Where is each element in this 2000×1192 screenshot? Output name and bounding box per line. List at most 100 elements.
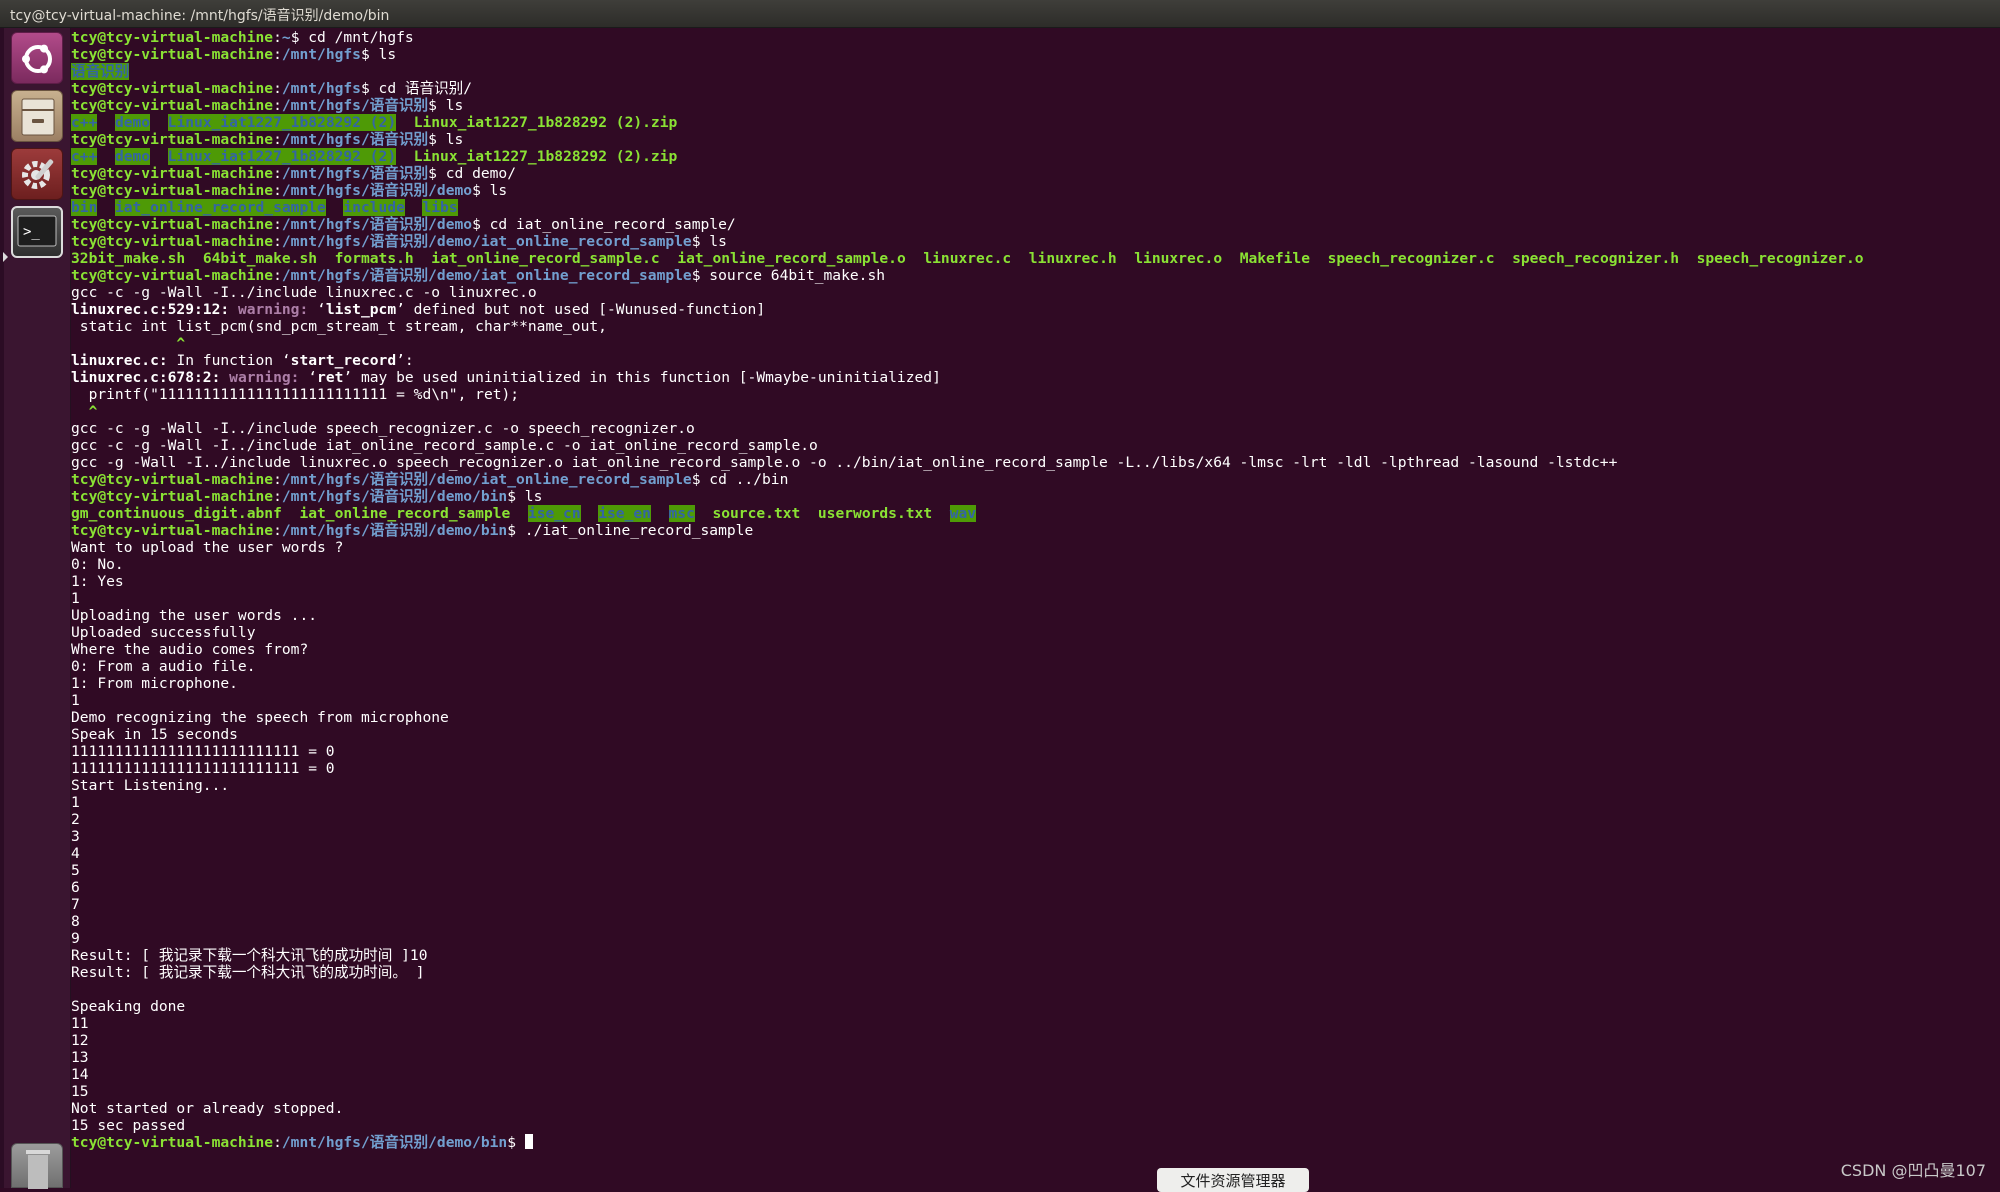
terminal-line: 3 xyxy=(71,828,1864,845)
terminal-text: warning: xyxy=(229,369,309,386)
terminal-text: gm_continuous_digit.abnf xyxy=(71,505,282,522)
terminal-icon: >_ xyxy=(17,215,57,247)
terminal-text: ^ xyxy=(71,335,186,352)
terminal-line: tcy@tcy-virtual-machine:/mnt/hgfs/语音识别/d… xyxy=(71,522,1864,539)
terminal-line: 语音识别 xyxy=(71,63,1864,80)
terminal-text: $ ls xyxy=(428,131,464,148)
terminal-text: $ ls xyxy=(360,46,397,63)
prompt-user: tcy@tcy-virtual-machine xyxy=(71,97,274,114)
terminal-text: ret xyxy=(317,369,344,386)
terminal-text: 12 xyxy=(71,1032,89,1049)
prompt-path: /mnt/hgfs/语音识别/demo/bin xyxy=(281,488,508,505)
prompt-path: /mnt/hgfs/语音识别 xyxy=(281,131,429,148)
terminal-line: linuxrec.c: In function ‘start_record’: xyxy=(71,352,1864,369)
terminal-line: 0: No. xyxy=(71,556,1864,573)
terminal-text: : xyxy=(273,97,282,114)
terminal-text: linuxrec.c:529:12: xyxy=(71,301,238,318)
terminal-text: : xyxy=(273,216,282,233)
terminal-content[interactable]: tcy@tcy-virtual-machine:~$ cd /mnt/hgfs t… xyxy=(70,29,2000,1188)
terminal-text: Where the audio comes from? xyxy=(71,641,309,658)
terminal-line: tcy@tcy-virtual-machine:/mnt/hgfs/语音识别/d… xyxy=(71,233,1864,250)
active-app-indicator xyxy=(3,252,8,262)
terminal-text: Linux_iat1227_1b828292 (2).zip xyxy=(413,114,678,131)
terminal-text: include xyxy=(343,199,405,216)
terminal-line: 32bit_make.sh 64bit_make.sh formats.h ia… xyxy=(71,250,1864,267)
prompt-user: tcy@tcy-virtual-machine xyxy=(71,46,274,63)
terminal-text: speech_recognizer.h xyxy=(1512,250,1680,267)
terminal-line: Where the audio comes from? xyxy=(71,641,1864,658)
terminal-text: iat_online_record_sample xyxy=(114,199,326,216)
terminal-line: Speaking done xyxy=(71,998,1864,1015)
terminal-text: 4 xyxy=(71,845,80,862)
terminal-text: ise_cn xyxy=(527,505,581,522)
terminal-text: demo xyxy=(114,114,151,131)
terminal-line: tcy@tcy-virtual-machine:/mnt/hgfs/语音识别/d… xyxy=(71,488,1864,505)
terminal-text: Makefile xyxy=(1239,250,1310,267)
terminal-line: 7 xyxy=(71,896,1864,913)
terminal-line: tcy@tcy-virtual-machine:/mnt/hgfs/语音识别/d… xyxy=(71,267,1864,284)
terminal-text: : xyxy=(273,131,282,148)
terminal-text: 14 xyxy=(71,1066,89,1083)
terminal-text: 5 xyxy=(71,862,80,879)
terminal-line: 11 xyxy=(71,1015,1864,1032)
terminal-text: $ ls xyxy=(428,97,464,114)
window-title: tcy@tcy-virtual-machine: /mnt/hgfs/语音识别/… xyxy=(10,8,390,24)
terminal-text: linuxrec.o xyxy=(1134,250,1223,267)
terminal-text: bin xyxy=(71,199,98,216)
terminal-text: Demo recognizing the speech from microph… xyxy=(71,709,449,726)
terminal-line: Want to upload the user words ? xyxy=(71,539,1864,556)
terminal-text: gcc -g -Wall -I../include linuxrec.o spe… xyxy=(71,454,1618,471)
gear-wrench-icon xyxy=(22,159,54,189)
terminal-line: 5 xyxy=(71,862,1864,879)
terminal-line: 11111111111111111111111111 = 0 xyxy=(71,743,1864,760)
launcher-files-button[interactable] xyxy=(11,90,63,142)
prompt-user: tcy@tcy-virtual-machine xyxy=(71,233,274,250)
terminal-text: speech_recognizer.o xyxy=(1696,250,1864,267)
terminal-line: tcy@tcy-virtual-machine:/mnt/hgfs/语音识别/d… xyxy=(71,471,1864,488)
terminal-line: 1 xyxy=(71,794,1864,811)
prompt-user: tcy@tcy-virtual-machine xyxy=(71,131,274,148)
terminal-line: ^ xyxy=(71,335,1864,352)
terminal-text: $ ls xyxy=(507,488,543,505)
launcher-dash-button[interactable] xyxy=(11,32,63,84)
terminal-line: 14 xyxy=(71,1066,1864,1083)
csdn-watermark: CSDN @凹凸曼107 xyxy=(1840,1161,1986,1180)
terminal-line: tcy@tcy-virtual-machine:/mnt/hgfs/语音识别/d… xyxy=(71,216,1864,233)
terminal-text: static int list_pcm(snd_pcm_stream_t str… xyxy=(71,318,607,335)
terminal-line: static int list_pcm(snd_pcm_stream_t str… xyxy=(71,318,1864,335)
prompt-path: /mnt/hgfs/语音识别 xyxy=(281,97,429,114)
terminal-line: tcy@tcy-virtual-machine:/mnt/hgfs$ cd 语音… xyxy=(71,80,1864,97)
prompt-path: /mnt/hgfs/语音识别/demo/iat_online_record_sa… xyxy=(281,471,692,488)
terminal-text: $ source 64bit_make.sh xyxy=(691,267,886,284)
terminal-text: iat_online_record_sample.o xyxy=(677,250,906,267)
terminal-line: gcc -c -g -Wall -I../include speech_reco… xyxy=(71,420,1864,437)
terminal-text: linuxrec.c xyxy=(923,250,1012,267)
terminal-text: speech_recognizer.c xyxy=(1327,250,1495,267)
terminal-line: 4 xyxy=(71,845,1864,862)
file-cabinet-icon xyxy=(21,98,55,136)
launcher-settings-button[interactable] xyxy=(11,148,63,200)
terminal-text: linuxrec.c:678:2: xyxy=(71,369,230,386)
terminal-line: 6 xyxy=(71,879,1864,896)
terminal-text: warning: xyxy=(237,301,318,318)
terminal-text: 语音识别 xyxy=(71,63,130,80)
terminal-text: 11111111111111111111111111 = 0 xyxy=(71,743,335,760)
terminal-text: 1 xyxy=(71,692,80,709)
terminal-text: ‘ xyxy=(317,301,326,318)
terminal-text: : xyxy=(273,165,282,182)
unity-launcher: >_ xyxy=(0,28,71,1189)
terminal-text: 0: No. xyxy=(71,556,124,573)
terminal-text: 3 xyxy=(71,828,80,845)
prompt-user: tcy@tcy-virtual-machine xyxy=(71,471,274,488)
terminal-text: iat_online_record_sample xyxy=(299,505,511,522)
launcher-terminal-button[interactable]: >_ xyxy=(11,206,63,258)
window-titlebar[interactable]: tcy@tcy-virtual-machine: /mnt/hgfs/语音识别/… xyxy=(0,0,2000,28)
terminal-text: ^ xyxy=(71,403,98,420)
launcher-trash-button[interactable] xyxy=(11,1143,63,1189)
terminal-text: ’ defined but not used [-Wunused-functio… xyxy=(396,301,766,318)
